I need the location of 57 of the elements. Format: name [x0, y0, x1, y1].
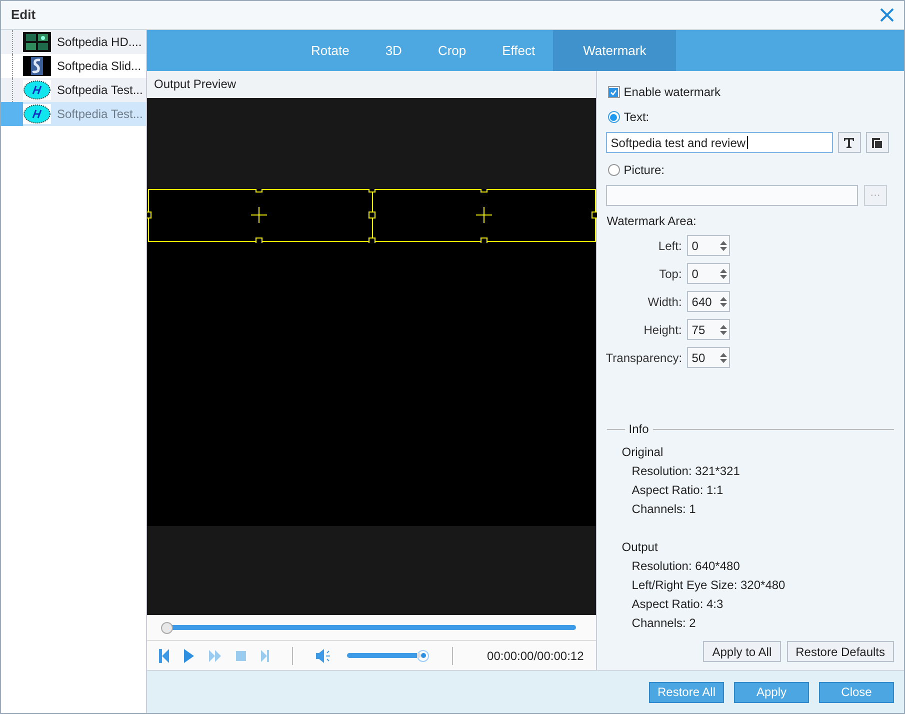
spin-field[interactable]: 0 [686, 263, 730, 284]
info-text: Left/Right Eye Size: 320*480 [632, 577, 786, 594]
text-field[interactable]: Softpedia test and review [606, 132, 833, 153]
radio-button[interactable] [608, 111, 620, 123]
field-label: Top: [658, 266, 682, 282]
field-label: Transparency: [606, 350, 682, 366]
text-format-icon [844, 138, 854, 148]
info-heading: Output [622, 539, 659, 556]
skip-forward-icon[interactable] [261, 650, 269, 662]
spinner-arrows-icon [720, 296, 727, 308]
info-text: Resolution: 640*480 [632, 558, 741, 575]
info-text: Channels: 2 [632, 615, 697, 632]
field-label: Height: [642, 322, 682, 338]
radio-label: Text: [624, 109, 650, 126]
spin-field[interactable]: 640 [686, 291, 730, 312]
file-name: Softpedia Test... [57, 82, 143, 99]
info-text: Aspect Ratio: 4:3 [632, 596, 724, 613]
spin-field[interactable]: 0 [686, 235, 730, 256]
info-text: Resolution: 321*321 [632, 463, 741, 480]
fast-forward-icon[interactable] [209, 650, 221, 662]
file-item[interactable]: Softpedia Test... [1, 78, 146, 102]
spin-field[interactable]: 75 [686, 319, 730, 340]
spinner-arrows-icon [720, 324, 727, 336]
checkbox[interactable] [608, 86, 620, 98]
picture-path-field[interactable] [606, 185, 858, 206]
layers-icon [872, 138, 882, 148]
file-item[interactable]: Softpedia HD.... [1, 30, 146, 54]
color-button[interactable] [866, 132, 889, 153]
field-label: Left: [657, 238, 682, 254]
file-name: Softpedia Slid... [57, 58, 142, 75]
panel-button[interactable]: Apply to All [703, 641, 781, 662]
radio-button[interactable] [608, 164, 620, 176]
file-name: Softpedia Test... [57, 106, 143, 123]
info-text: Channels: 1 [632, 501, 697, 518]
close-icon[interactable] [880, 8, 894, 22]
checkbox-label: Enable watermark [624, 84, 720, 101]
info-heading: Original [622, 444, 664, 461]
field-label: Width: [646, 294, 682, 310]
spinner-arrows-icon [720, 352, 727, 364]
group-title: Info [628, 421, 649, 438]
spinner-arrows-icon [720, 240, 727, 252]
radio-label: Picture: [624, 162, 664, 179]
time-readout: 00:00:00/00:00:12 [487, 648, 584, 665]
panel-button[interactable]: Restore Defaults [786, 641, 894, 662]
spinner-arrows-icon [720, 268, 727, 280]
seek-thumb[interactable] [161, 622, 173, 634]
speaker-icon[interactable] [316, 648, 332, 663]
font-button[interactable] [838, 132, 861, 153]
window-title: Edit [11, 6, 36, 24]
section-title: Watermark Area: [606, 213, 698, 230]
preview-header: Output Preview [147, 71, 596, 98]
info-text: Aspect Ratio: 1:1 [632, 482, 724, 499]
spin-field[interactable]: 50 [686, 347, 730, 368]
file-name: Softpedia HD.... [57, 34, 142, 51]
stop-icon[interactable] [236, 650, 246, 661]
play-icon[interactable] [184, 648, 194, 663]
skip-back-icon[interactable] [159, 648, 169, 663]
